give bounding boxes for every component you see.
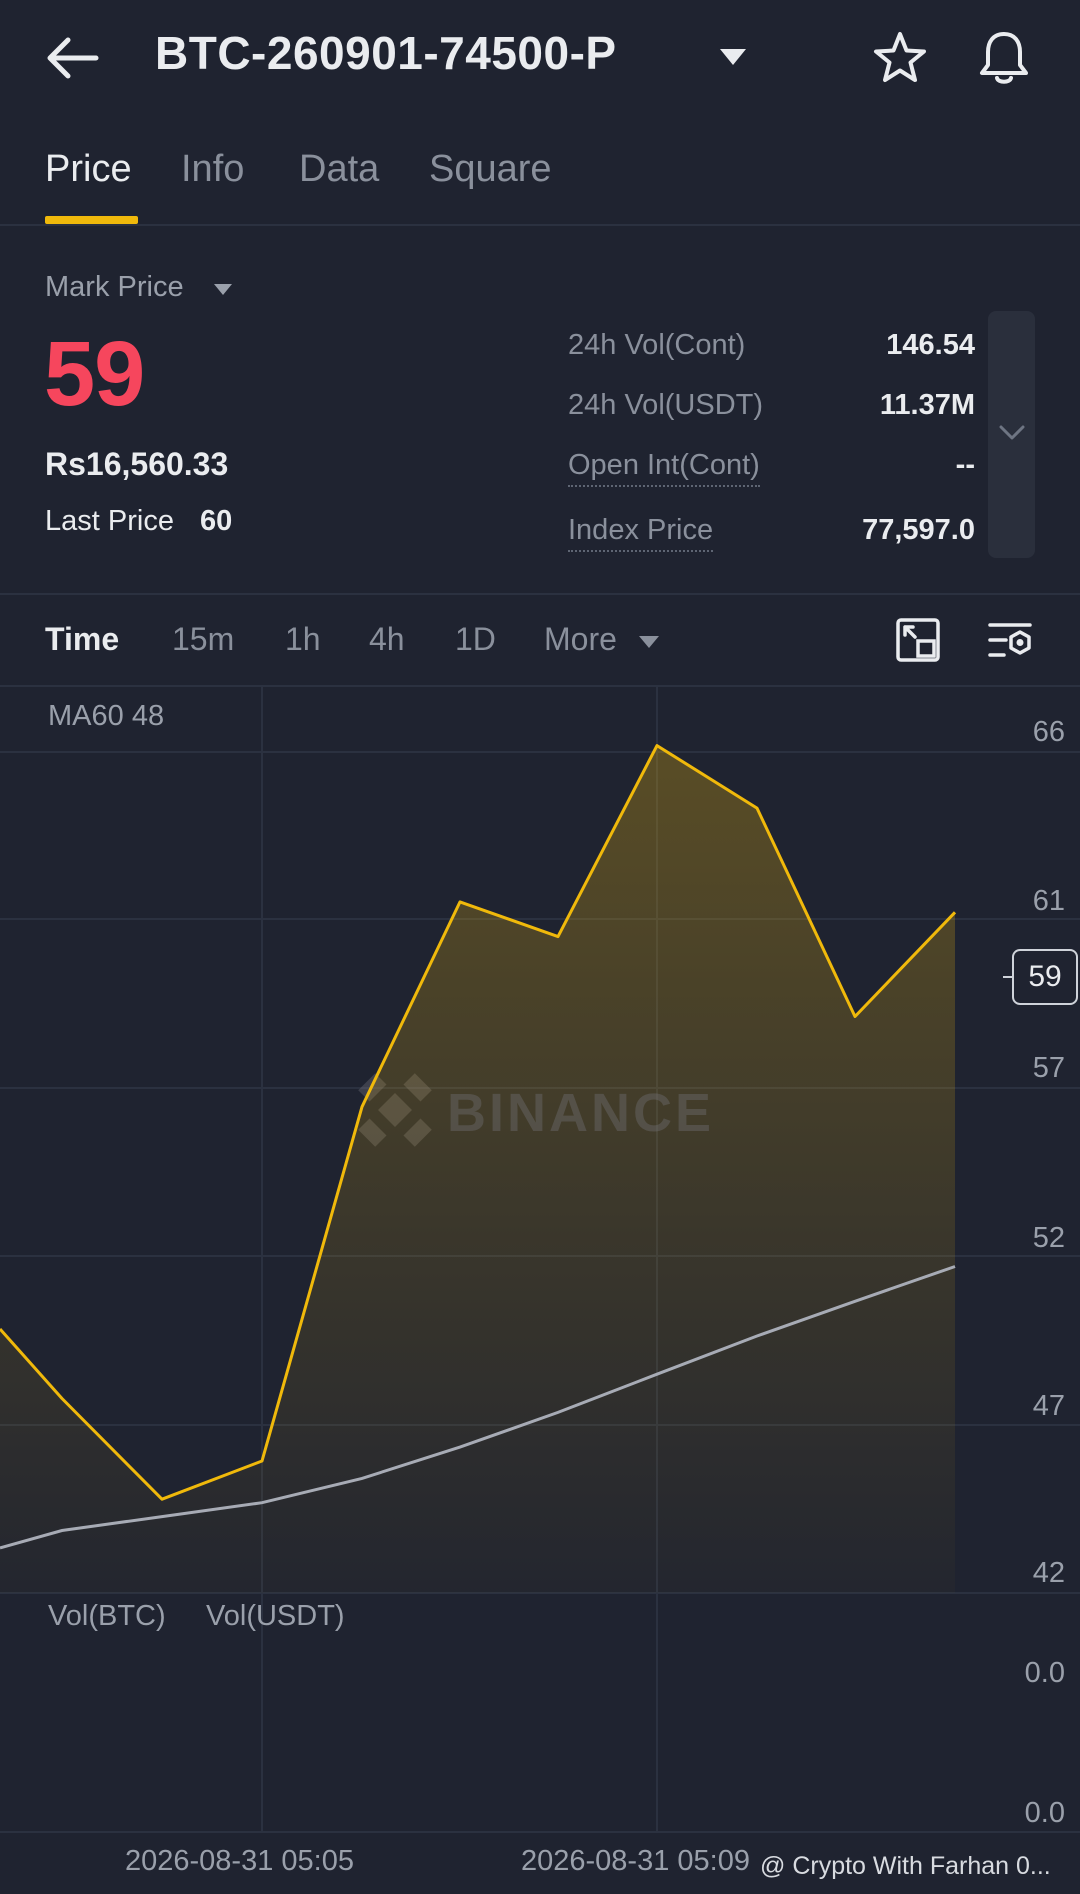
- watermark-text: BINANCE: [447, 1083, 715, 1143]
- vol-btc-legend: Vol(BTC): [48, 1600, 166, 1632]
- y-axis-tick: 57: [1032, 1052, 1065, 1084]
- y-axis-tick: 61: [1032, 885, 1065, 917]
- y-axis-tick: 47: [1032, 1390, 1065, 1422]
- vol-usdt-legend: Vol(USDT): [206, 1600, 345, 1632]
- current-price-badge: 59: [1012, 949, 1078, 1005]
- y-axis-tick: 52: [1032, 1222, 1065, 1254]
- ma-legend: MA60 48: [48, 700, 165, 732]
- y-axis-tick: 42: [1032, 1557, 1065, 1589]
- credit-watermark: @ Crypto With Farhan 0...: [760, 1852, 1051, 1880]
- x-axis-tick: 2026-08-31 05:05: [125, 1845, 354, 1877]
- vol-y-tick: 0.0: [1024, 1797, 1065, 1829]
- price-area-fill: [0, 745, 955, 1593]
- y-axis-tick: 66: [1032, 716, 1065, 748]
- vol-y-tick: 0.0: [1024, 1657, 1065, 1689]
- x-axis-tick: 2026-08-31 05:09: [521, 1845, 750, 1877]
